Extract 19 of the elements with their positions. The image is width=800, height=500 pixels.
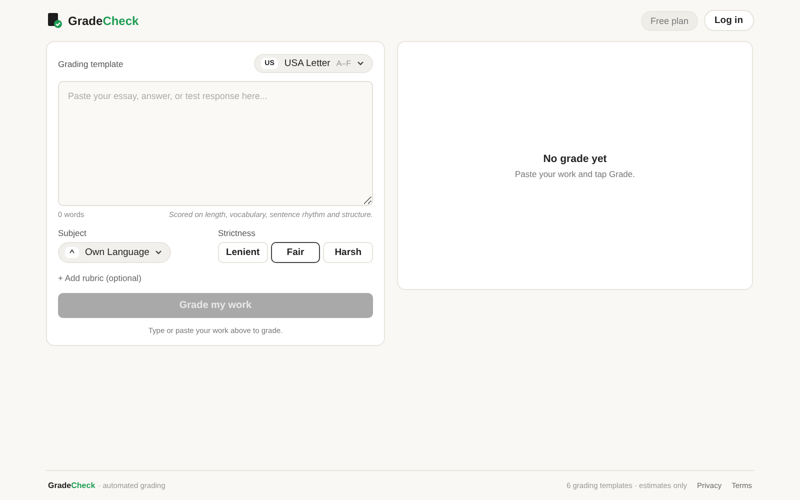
- essay-field[interactable]: Paste your essay, answer, or test response here...: [58, 81, 373, 206]
- field-label: Subject: [58, 228, 88, 238]
- caret-icon: [357, 61, 364, 66]
- subject-icon: [69, 249, 75, 254]
- brand-name: GradeCheck: [68, 14, 139, 28]
- result-title: No grade yet: [543, 152, 607, 164]
- field-label: Grading template: [58, 58, 124, 68]
- strictness-option[interactable]: Lenient: [218, 242, 268, 263]
- login-button[interactable]: Log in: [704, 10, 754, 31]
- subject-select[interactable]: Own Language: [58, 242, 172, 263]
- strictness-option[interactable]: Fair: [270, 242, 320, 263]
- strictness-option[interactable]: Harsh: [323, 242, 373, 263]
- plan-badge: Free plan: [641, 10, 698, 30]
- field-label: Strictness: [218, 228, 256, 238]
- add-rubric-link[interactable]: + Add rubric (optional): [58, 273, 142, 283]
- logo-icon: [48, 13, 62, 28]
- caret-icon: [155, 250, 162, 255]
- footer-brand: GradeCheck: [48, 481, 96, 490]
- result-subtitle: Paste your work and tap Grade.: [514, 168, 635, 178]
